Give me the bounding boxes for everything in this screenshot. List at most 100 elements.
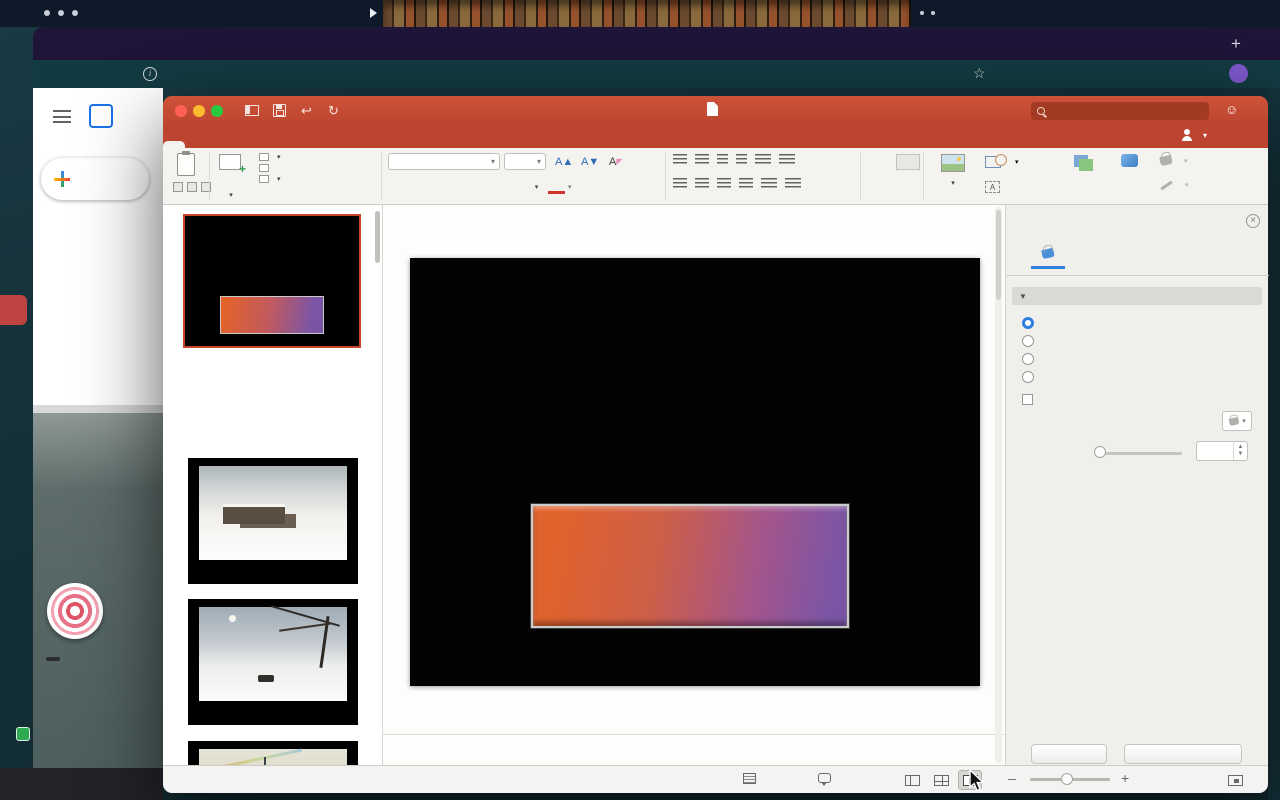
new-tab-button[interactable]: + (1225, 33, 1247, 55)
radio-icon[interactable] (1022, 371, 1034, 383)
create-button[interactable] (41, 158, 149, 200)
main-menu-icon[interactable] (53, 110, 71, 123)
strikethrough-button[interactable] (448, 178, 465, 195)
slide-thumbnail-2[interactable] (188, 458, 358, 584)
radio-icon[interactable] (1022, 353, 1034, 365)
decrease-indent-button[interactable] (717, 154, 728, 165)
download-bar[interactable] (0, 768, 163, 800)
shapes-button[interactable]: ▾ (985, 154, 1019, 168)
subscript-button[interactable] (488, 178, 505, 195)
radio-icon[interactable] (1022, 335, 1034, 347)
fill-section-header[interactable]: ▼ (1012, 287, 1262, 305)
notes-toggle[interactable] (743, 773, 761, 784)
arrange-button[interactable] (1058, 154, 1104, 176)
thumb-title (188, 227, 356, 259)
shrink-font-button[interactable]: A▼ (579, 153, 601, 170)
clear-formatting-button[interactable]: A ◤ (607, 153, 625, 170)
profile-avatar[interactable] (1229, 64, 1248, 83)
search-input[interactable] (1050, 105, 1203, 117)
paste-button[interactable] (177, 151, 195, 176)
font-color-button[interactable] (548, 180, 565, 194)
font-color-arrow-icon[interactable]: ▾ (568, 183, 572, 191)
transparency-value-box[interactable]: ▲ ▼ (1196, 441, 1248, 461)
stepper-icons[interactable]: ▲ ▼ (1233, 442, 1247, 460)
comments-toggle[interactable] (818, 773, 836, 786)
align-right-button[interactable] (717, 178, 731, 189)
share-button[interactable]: ▾ (1181, 129, 1207, 141)
fill-tab[interactable] (1031, 241, 1065, 269)
align-left-button[interactable] (673, 178, 687, 189)
copy-icon[interactable] (187, 182, 197, 192)
slide-sorter-view-button[interactable] (929, 770, 953, 790)
zoom-slider-thumb[interactable] (1061, 773, 1073, 785)
convert-smartart-button[interactable] (878, 154, 938, 186)
numbering-button[interactable] (695, 154, 709, 165)
checkbox-icon[interactable] (1022, 393, 1033, 405)
change-case-button[interactable]: ▾ (528, 178, 545, 195)
close-panel-icon[interactable]: × (1246, 214, 1260, 228)
background-window-dot (58, 10, 64, 16)
pattern-fill-option[interactable] (1022, 369, 1042, 385)
underline-button[interactable] (428, 178, 445, 195)
increase-indent-button[interactable] (736, 154, 747, 165)
feedback-smiley-icon[interactable]: ☺ (1225, 102, 1238, 117)
color-dropdown[interactable]: ▾ (1222, 411, 1252, 431)
tab-home[interactable] (163, 141, 185, 148)
clipboard-mini-icons[interactable] (173, 182, 211, 192)
shape-outline-button[interactable]: ▾ (1160, 180, 1189, 190)
line-spacing-button[interactable] (755, 154, 771, 165)
current-slide[interactable] (410, 258, 980, 686)
site-info-icon[interactable]: i (143, 67, 157, 81)
text-direction-button[interactable] (779, 154, 795, 165)
calendar-logo-icon (89, 104, 113, 128)
columns-button[interactable] (761, 178, 777, 189)
reset-background-button[interactable] (1124, 744, 1242, 764)
superscript-button[interactable] (468, 178, 485, 195)
normal-view-button[interactable] (900, 770, 924, 790)
picture-button[interactable]: ▾ (930, 154, 976, 188)
text-box-button[interactable]: A (985, 181, 1003, 193)
radio-selected-icon[interactable] (1022, 317, 1034, 329)
bookmark-star-icon[interactable]: ☆ (973, 65, 986, 82)
transparency-slider[interactable] (1096, 452, 1182, 455)
solid-fill-option[interactable] (1022, 315, 1042, 331)
transparency-slider-thumb[interactable] (1094, 446, 1106, 458)
align-text-button[interactable] (785, 178, 801, 189)
zoom-in-button[interactable]: + (1121, 770, 1129, 786)
cut-icon[interactable] (173, 182, 183, 192)
section-button[interactable]: ▾ (259, 175, 317, 183)
slide-thumbnail-4[interactable] (188, 741, 358, 765)
desktop-item-partial[interactable] (16, 727, 160, 741)
reset-button[interactable] (259, 164, 317, 172)
quick-styles-button[interactable] (1108, 154, 1150, 183)
gradient-fill-option[interactable] (1022, 333, 1042, 349)
hide-background-graphics-option[interactable] (1022, 391, 1041, 407)
slide-banner-shape[interactable] (530, 503, 850, 629)
bullets-button[interactable] (673, 154, 687, 165)
canvas-scrollbar[interactable] (995, 207, 1002, 763)
grow-font-button[interactable]: A▲ (553, 153, 575, 170)
search-box[interactable] (1031, 102, 1209, 120)
new-slide-button[interactable] (219, 154, 246, 176)
thumbnail-scrollbar[interactable] (375, 211, 380, 263)
slide-title-text[interactable] (410, 322, 980, 428)
font-name-combo[interactable]: ▾ (388, 153, 500, 170)
align-center-button[interactable] (695, 178, 709, 189)
apply-to-all-button[interactable] (1031, 744, 1107, 764)
slide-thumbnail-3[interactable] (188, 599, 358, 725)
character-spacing-button[interactable] (508, 178, 525, 195)
zoom-out-button[interactable]: – (1008, 770, 1016, 786)
shape-fill-button[interactable]: ▾ (1159, 154, 1188, 167)
bold-button[interactable] (388, 178, 405, 195)
ppt-title-bar[interactable]: ↩ ↻ ☺ (163, 96, 1268, 126)
browser-tab-bar: + (33, 27, 1280, 60)
justify-button[interactable] (739, 178, 753, 189)
notes-divider[interactable] (383, 734, 1005, 735)
fit-slide-button[interactable] (1223, 770, 1247, 790)
slide-thumbnail-1[interactable] (183, 214, 361, 348)
picture-fill-option[interactable] (1022, 351, 1042, 367)
font-size-combo[interactable]: ▾ (504, 153, 546, 170)
layout-button[interactable]: ▾ (259, 153, 317, 161)
italic-button[interactable] (408, 178, 425, 195)
loom-app-icon[interactable] (47, 583, 103, 639)
